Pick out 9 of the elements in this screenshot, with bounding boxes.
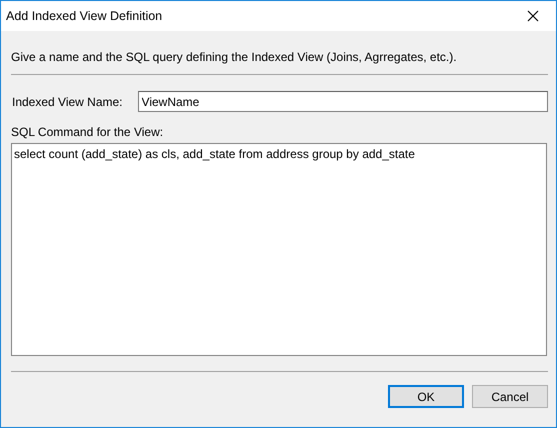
field-label: Indexed View Name: bbox=[11, 94, 124, 108]
window-title: Add Indexed View Definition bbox=[5, 9, 162, 23]
field-label: SQL Command for the View: bbox=[11, 125, 164, 139]
close-icon bbox=[527, 10, 539, 22]
sql-input-field[interactable]: select count (add_state) as cls, add_state from address group by add_state bbox=[11, 143, 547, 356]
dialog-button[interactable]: Cancel bbox=[472, 385, 548, 408]
instruction-text: Give a name and the SQL query defining the Indexed View (Joins, Agrregates, etc.). bbox=[11, 50, 458, 64]
dialog-button[interactable]: OK bbox=[388, 385, 464, 408]
input-field[interactable]: ViewName bbox=[138, 91, 548, 112]
